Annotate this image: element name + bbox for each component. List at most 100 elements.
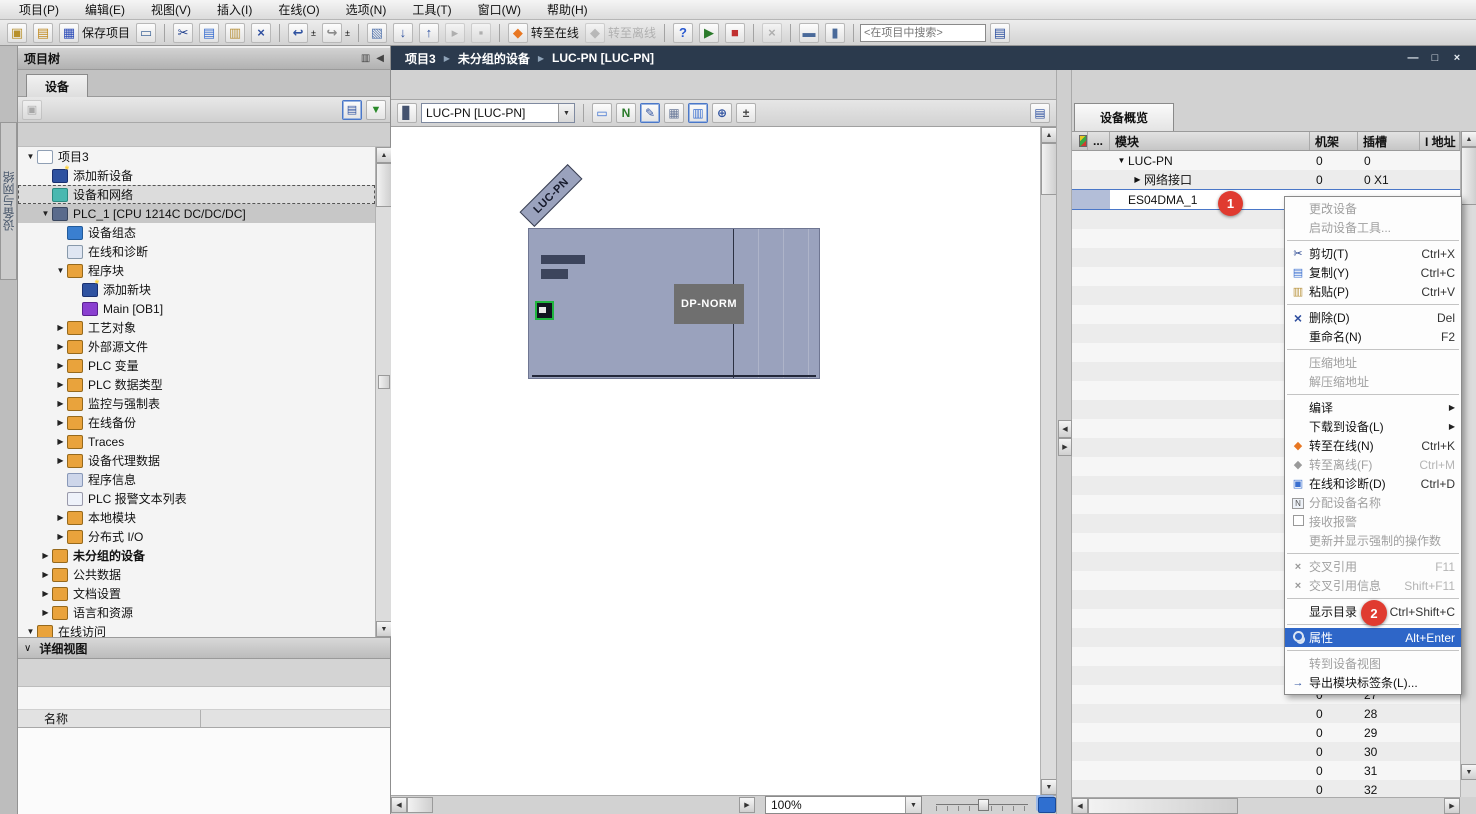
expand-collapse-icon[interactable]: ▼ (366, 100, 386, 120)
menu-go-online[interactable]: 转至在线(N)Ctrl+K (1285, 436, 1461, 455)
h-scroll-thumb[interactable] (407, 797, 433, 813)
fit-to-window-icon[interactable] (1038, 797, 1056, 813)
redo-button[interactable]: ↪± (320, 22, 352, 44)
tree-item[interactable]: ▶语言和资源 (18, 603, 375, 622)
menu-properties[interactable]: 属性Alt+Enter (1285, 628, 1461, 647)
tree-item[interactable]: ▶分布式 I/O (18, 527, 375, 546)
menu-export-module-labels[interactable]: 导出模块标签条(L)... (1285, 673, 1461, 692)
tree-expander-icon[interactable]: ▶ (54, 456, 67, 465)
module-cell[interactable] (1110, 210, 1310, 229)
module-cell[interactable]: ▶网络接口 (1110, 170, 1310, 189)
assign-device-name-icon[interactable]: N (616, 103, 636, 123)
menubar-item-0[interactable]: 项目(P) (6, 0, 72, 20)
start-simulation-button[interactable]: ▶ (697, 22, 721, 44)
device-selector[interactable]: LUC-PN [LUC-PN]▼ (421, 103, 575, 123)
scroll-down-icon[interactable]: ▼ (1461, 764, 1476, 780)
details-view-icon[interactable]: ▤ (342, 100, 362, 120)
snap-grid-icon[interactable]: ▦ (664, 103, 684, 123)
menubar-item-6[interactable]: 工具(T) (399, 0, 464, 20)
tree-expander-icon[interactable]: ▼ (39, 209, 52, 218)
tree-item[interactable]: PLC 报警文本列表 (18, 489, 375, 508)
tree-expander-icon[interactable]: ▶ (39, 551, 52, 560)
menubar-item-8[interactable]: 帮助(H) (534, 0, 601, 20)
module-cell[interactable] (1110, 647, 1310, 666)
table-row[interactable]: 029 (1072, 723, 1460, 742)
tree-expander-icon[interactable]: ▶ (54, 418, 67, 427)
module-cell[interactable] (1110, 780, 1310, 797)
catalog-pane-icon[interactable]: ▤ (1030, 103, 1050, 123)
module-cell[interactable] (1110, 419, 1310, 438)
tree-item[interactable]: ▶本地模块 (18, 508, 375, 527)
project-search-input[interactable] (860, 24, 986, 42)
column-i-address[interactable]: I 地址 (1420, 132, 1460, 150)
table-row[interactable]: 031 (1072, 761, 1460, 780)
tree-expander-icon[interactable]: ▶ (54, 399, 67, 408)
module-cell[interactable] (1110, 628, 1310, 647)
module-cell[interactable] (1110, 305, 1310, 324)
tree-item[interactable]: 添加新设备 (18, 166, 375, 185)
module-cell[interactable] (1110, 229, 1310, 248)
table-row[interactable]: 028 (1072, 704, 1460, 723)
module-cell[interactable] (1110, 381, 1310, 400)
undo-button[interactable]: ↩± (286, 22, 318, 44)
save-project-button[interactable]: ▦保存项目 (57, 22, 132, 44)
module-cell[interactable] (1110, 476, 1310, 495)
h-scroll-thumb[interactable] (1088, 798, 1238, 814)
table-row[interactable]: ▼LUC-PN00 (1072, 151, 1460, 170)
scroll-right-icon[interactable]: ▶ (739, 797, 755, 813)
module-cell[interactable] (1110, 457, 1310, 476)
hw-config-icon[interactable]: ▊ (397, 103, 417, 123)
copy-button[interactable]: ▤ (197, 22, 221, 44)
tree-item[interactable]: ▶PLC 变量 (18, 356, 375, 375)
menubar-item-5[interactable]: 选项(N) (333, 0, 400, 20)
tree-item[interactable]: 设备和网络 (18, 185, 375, 204)
project-tree-scrollbar[interactable]: ▲ ▼ (375, 147, 391, 637)
delete-button[interactable]: × (249, 22, 273, 44)
tree-item[interactable]: 设备组态 (18, 223, 375, 242)
tree-item[interactable]: ▼项目3 (18, 147, 375, 166)
scroll-thumb[interactable] (376, 163, 392, 207)
module-cell[interactable] (1110, 723, 1310, 742)
device-module[interactable]: DP-NORM (528, 228, 820, 379)
tree-item[interactable]: ▶未分组的设备 (18, 546, 375, 565)
tree-item[interactable]: 添加新块 (18, 280, 375, 299)
module-cell[interactable] (1110, 343, 1310, 362)
collapse-panel-icon[interactable]: ◀ (376, 53, 384, 64)
tree-item[interactable]: ▶文档设置 (18, 584, 375, 603)
tree-item[interactable]: ▶Traces (18, 432, 375, 451)
tree-expander-icon[interactable]: ▶ (54, 380, 67, 389)
scroll-down-icon[interactable]: ▼ (376, 621, 392, 637)
module-cell[interactable] (1110, 552, 1310, 571)
scroll-left-icon[interactable]: ◀ (1072, 798, 1088, 814)
tree-item[interactable]: ▶工艺对象 (18, 318, 375, 337)
menubar-item-7[interactable]: 窗口(W) (465, 0, 534, 20)
split-pane-icon[interactable]: ▥ (688, 103, 708, 123)
module-cell[interactable] (1110, 571, 1310, 590)
library-view-button[interactable]: ▤ (988, 22, 1012, 44)
tree-expander-icon[interactable]: ▶ (54, 323, 67, 332)
tree-expander-icon[interactable]: ▶ (54, 361, 67, 370)
table-row[interactable]: ▶网络接口00 X1 (1072, 170, 1460, 189)
device-view-canvas[interactable]: LUC-PN DP-NORM (391, 127, 1040, 795)
tree-expander-icon[interactable]: ▼ (24, 627, 37, 636)
split-editor-vertical-button[interactable]: ▮ (823, 22, 847, 44)
module-cell[interactable] (1110, 514, 1310, 533)
tree-expander-icon[interactable]: ▶ (54, 513, 67, 522)
module-cell[interactable] (1110, 666, 1310, 685)
tree-item[interactable]: ▶设备代理数据 (18, 451, 375, 470)
module-cell[interactable] (1110, 533, 1310, 552)
new-project-button[interactable]: ▣ (5, 22, 29, 44)
column-module[interactable]: 模块 (1110, 132, 1310, 150)
measure-icon[interactable]: ▭ (592, 103, 612, 123)
menu-download-to-device[interactable]: 下载到设备(L)▶ (1285, 417, 1461, 436)
go-online-button[interactable]: ◆转至在线 (506, 22, 581, 44)
zoom-options-icon[interactable]: ± (736, 103, 756, 123)
menubar-item-2[interactable]: 视图(V) (138, 0, 204, 20)
zoom-icon[interactable]: ⊕ (712, 103, 732, 123)
module-cell[interactable] (1110, 400, 1310, 419)
minimize-button[interactable]: — (1404, 50, 1422, 66)
module-cell[interactable] (1110, 609, 1310, 628)
tree-expander-icon[interactable]: ▶ (39, 608, 52, 617)
scroll-up-icon[interactable]: ▲ (376, 147, 392, 163)
tree-expander-icon[interactable]: ▶ (54, 437, 67, 446)
